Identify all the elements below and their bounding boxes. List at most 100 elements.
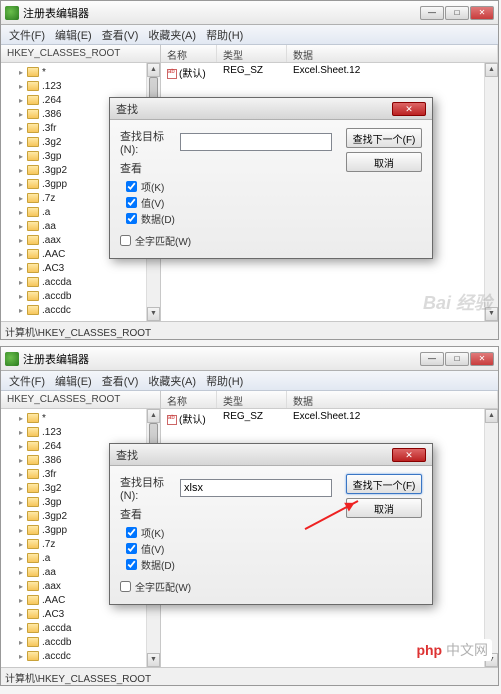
find-target-input[interactable] [180,133,332,151]
expand-icon[interactable]: ▸ [17,222,25,231]
chk-whole-word[interactable] [120,581,131,592]
col-name[interactable]: 名称 [161,391,217,408]
expand-icon[interactable]: ▸ [17,152,25,161]
dialog-titlebar[interactable]: 查找 ✕ [110,444,432,466]
expand-icon[interactable]: ▸ [17,512,25,521]
menu-help[interactable]: 帮助(H) [202,371,247,391]
scroll-down-icon[interactable]: ▼ [147,653,160,667]
expand-icon[interactable]: ▸ [17,540,25,549]
expand-icon[interactable]: ▸ [17,582,25,591]
col-type[interactable]: 类型 [217,45,287,62]
expand-icon[interactable]: ▸ [17,456,25,465]
menu-edit[interactable]: 编辑(E) [51,371,96,391]
expand-icon[interactable]: ▸ [17,180,25,189]
scroll-up-icon[interactable]: ▲ [147,63,160,77]
menu-file[interactable]: 文件(F) [5,25,49,45]
tree-item[interactable]: ▸.accdb [5,635,160,649]
find-dialog[interactable]: 查找 ✕ 查找目标(N): 查看 项(K) 值(V) 数据(D) 全字匹配(W)… [109,97,433,259]
chk-keys[interactable] [126,181,137,192]
expand-icon[interactable]: ▸ [17,596,25,605]
tree-item[interactable]: ▸.accdc [5,303,160,317]
tree-item[interactable]: ▸* [5,65,160,79]
expand-icon[interactable]: ▸ [17,652,25,661]
expand-icon[interactable]: ▸ [17,292,25,301]
tree-item[interactable]: ▸.AC3 [5,261,160,275]
find-next-button[interactable]: 查找下一个(F) [346,474,422,494]
col-type[interactable]: 类型 [217,391,287,408]
expand-icon[interactable]: ▸ [17,638,25,647]
chk-values[interactable] [126,543,137,554]
tree-header[interactable]: HKEY_CLASSES_ROOT [1,45,160,63]
chk-data[interactable] [126,559,137,570]
scroll-down-icon[interactable]: ▼ [485,653,498,667]
expand-icon[interactable]: ▸ [17,484,25,493]
dialog-titlebar[interactable]: 查找 ✕ [110,98,432,120]
expand-icon[interactable]: ▸ [17,96,25,105]
expand-icon[interactable]: ▸ [17,278,25,287]
expand-icon[interactable]: ▸ [17,624,25,633]
list-scrollbar[interactable]: ▲ ▼ [484,409,498,667]
close-button[interactable]: ✕ [470,352,494,366]
find-dialog[interactable]: 查找 ✕ 查找目标(N): 查看 项(K) 值(V) 数据(D) 全字匹配(W)… [109,443,433,605]
chk-values[interactable] [126,197,137,208]
titlebar[interactable]: 注册表编辑器 — □ ✕ [1,1,498,25]
expand-icon[interactable]: ▸ [17,194,25,203]
tree-item[interactable]: ▸.AC3 [5,607,160,621]
minimize-button[interactable]: — [420,6,444,20]
scroll-up-icon[interactable]: ▲ [147,409,160,423]
expand-icon[interactable]: ▸ [17,428,25,437]
expand-icon[interactable]: ▸ [17,264,25,273]
maximize-button[interactable]: □ [445,6,469,20]
expand-icon[interactable]: ▸ [17,68,25,77]
find-next-button[interactable]: 查找下一个(F) [346,128,422,148]
titlebar[interactable]: 注册表编辑器 — □ ✕ [1,347,498,371]
expand-icon[interactable]: ▸ [17,568,25,577]
tree-item[interactable]: ▸* [5,411,160,425]
col-data[interactable]: 数据 [287,391,498,408]
list-scrollbar[interactable]: ▲ ▼ [484,63,498,321]
chk-data[interactable] [126,213,137,224]
find-target-input[interactable] [180,479,332,497]
expand-icon[interactable]: ▸ [17,110,25,119]
expand-icon[interactable]: ▸ [17,82,25,91]
expand-icon[interactable]: ▸ [17,470,25,479]
maximize-button[interactable]: □ [445,352,469,366]
tree-header[interactable]: HKEY_CLASSES_ROOT [1,391,160,409]
dialog-close-button[interactable]: ✕ [392,448,426,462]
menu-favorites[interactable]: 收藏夹(A) [144,25,200,45]
tree-item[interactable]: ▸.123 [5,425,160,439]
list-row[interactable]: (默认) REG_SZ Excel.Sheet.12 [161,63,498,82]
tree-item[interactable]: ▸.123 [5,79,160,93]
list-row[interactable]: (默认) REG_SZ Excel.Sheet.12 [161,409,498,428]
chk-keys[interactable] [126,527,137,538]
tree-item[interactable]: ▸.accdb [5,289,160,303]
scroll-down-icon[interactable]: ▼ [485,307,498,321]
minimize-button[interactable]: — [420,352,444,366]
expand-icon[interactable]: ▸ [17,442,25,451]
expand-icon[interactable]: ▸ [17,166,25,175]
menu-help[interactable]: 帮助(H) [202,25,247,45]
col-name[interactable]: 名称 [161,45,217,62]
dialog-close-button[interactable]: ✕ [392,102,426,116]
expand-icon[interactable]: ▸ [17,236,25,245]
chk-whole-word[interactable] [120,235,131,246]
cancel-button[interactable]: 取消 [346,152,422,172]
menu-view[interactable]: 查看(V) [98,371,143,391]
tree-item[interactable]: ▸.accda [5,275,160,289]
scroll-up-icon[interactable]: ▲ [485,409,498,423]
menu-favorites[interactable]: 收藏夹(A) [144,371,200,391]
expand-icon[interactable]: ▸ [17,498,25,507]
expand-icon[interactable]: ▸ [17,610,25,619]
menu-file[interactable]: 文件(F) [5,371,49,391]
expand-icon[interactable]: ▸ [17,414,25,423]
menu-view[interactable]: 查看(V) [98,25,143,45]
col-data[interactable]: 数据 [287,45,498,62]
tree-item[interactable]: ▸.accdc [5,649,160,663]
expand-icon[interactable]: ▸ [17,208,25,217]
scroll-down-icon[interactable]: ▼ [147,307,160,321]
expand-icon[interactable]: ▸ [17,306,25,315]
tree-item[interactable]: ▸.accda [5,621,160,635]
expand-icon[interactable]: ▸ [17,526,25,535]
menu-edit[interactable]: 编辑(E) [51,25,96,45]
expand-icon[interactable]: ▸ [17,124,25,133]
